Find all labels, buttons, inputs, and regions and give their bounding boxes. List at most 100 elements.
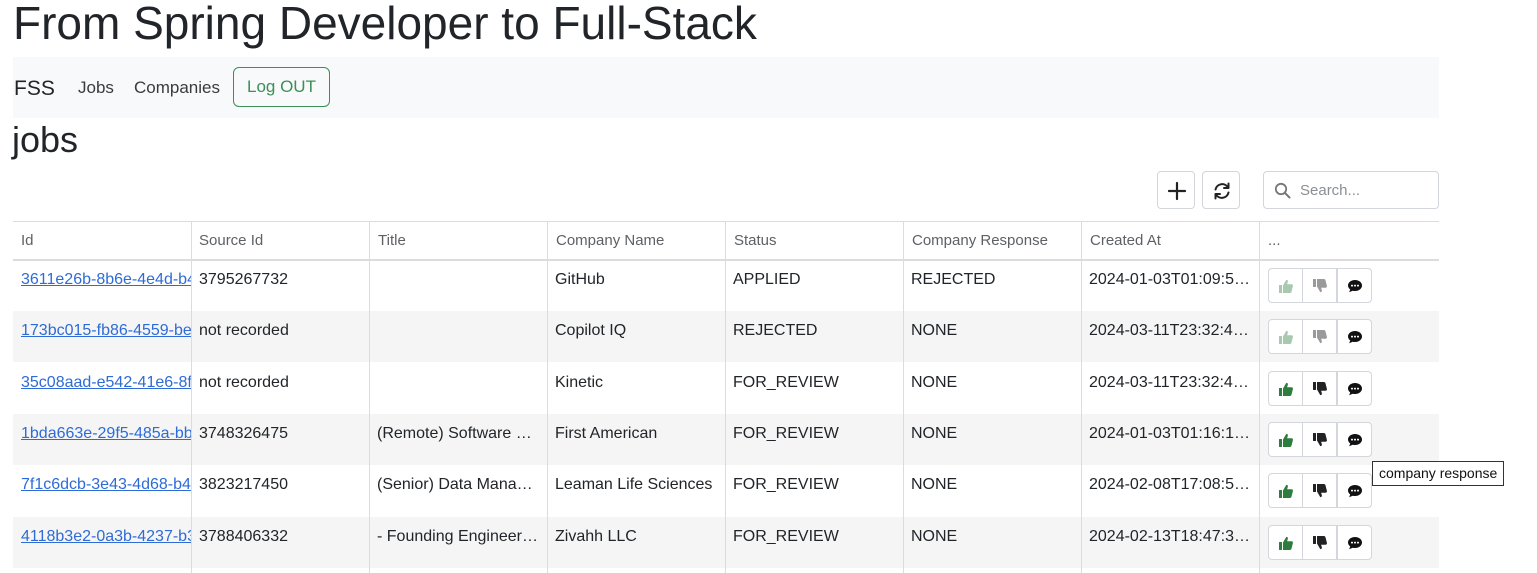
row-actions xyxy=(1268,370,1374,406)
company-response-button[interactable] xyxy=(1337,473,1372,509)
thumbs-down-icon xyxy=(1313,381,1327,395)
thumbs-up-icon xyxy=(1279,536,1293,550)
approve-button[interactable] xyxy=(1268,421,1303,457)
table-row[interactable]: 3611e26b-8b6e-4e4d-b4 3795267732 GitHub APP… xyxy=(13,260,1439,311)
search-box[interactable] xyxy=(1263,171,1439,209)
job-id-link[interactable]: 35c08aad-e542-41e6-8f xyxy=(21,374,191,391)
company-response-cell: NONE xyxy=(911,476,958,494)
thumbs-down-icon xyxy=(1313,279,1327,293)
column-divider[interactable] xyxy=(725,222,726,573)
chat-icon xyxy=(1348,382,1362,395)
column-header-company-name[interactable]: Company Name xyxy=(548,222,726,259)
table-row[interactable]: 7f1c6dcb-3e43-4d68-b4 3823217450 (Senior) … xyxy=(13,465,1439,516)
table-row[interactable]: 35c08aad-e542-41e6-8f not recorded Kinetic… xyxy=(13,363,1439,414)
company-response-cell: NONE xyxy=(911,527,958,545)
refresh-icon xyxy=(1214,182,1230,200)
column-divider[interactable] xyxy=(369,222,370,573)
company-response-button[interactable] xyxy=(1337,421,1372,457)
company-response-button[interactable] xyxy=(1337,370,1372,406)
search-icon xyxy=(1274,182,1291,199)
reject-button[interactable] xyxy=(1302,268,1337,303)
logout-button[interactable]: Log OUT xyxy=(233,67,330,107)
company-name-cell: First American xyxy=(555,424,658,442)
row-actions xyxy=(1268,473,1374,509)
app-page: From Spring Developer to Full-Stack FSS … xyxy=(0,0,1537,573)
column-divider[interactable] xyxy=(1081,222,1082,573)
column-header-created-at[interactable]: Created At xyxy=(1082,222,1260,259)
table-row[interactable]: 4118b3e2-0a3b-4237-b3 3788406332 - Foundin… xyxy=(13,516,1439,568)
company-response-button[interactable] xyxy=(1337,319,1372,355)
title-cell xyxy=(369,311,547,362)
source-id-cell: 3788406332 xyxy=(199,527,288,545)
table-row[interactable]: 173bc015-fb86-4559-be not recorded Copilot… xyxy=(13,311,1439,363)
job-id-link[interactable]: 3611e26b-8b6e-4e4d-b4 xyxy=(21,271,191,288)
chat-icon xyxy=(1348,433,1362,447)
add-job-button[interactable] xyxy=(1157,171,1195,209)
reject-button[interactable] xyxy=(1302,370,1337,406)
thumbs-down-icon xyxy=(1313,432,1327,446)
column-header-source-id[interactable]: Source Id xyxy=(191,222,369,259)
source-id-cell: not recorded xyxy=(199,322,289,340)
company-response-button[interactable] xyxy=(1337,524,1372,560)
column-header-company-response[interactable]: Company Response xyxy=(904,222,1082,259)
app-title: From Spring Developer to Full-Stack xyxy=(13,0,757,49)
id-cell: 4118b3e2-0a3b-4237-b3 xyxy=(13,517,191,568)
company-response-tooltip: company response xyxy=(1372,461,1505,486)
title-cell xyxy=(369,363,547,414)
reject-button[interactable] xyxy=(1302,524,1337,560)
approve-button[interactable] xyxy=(1268,268,1303,303)
company-response-cell: NONE xyxy=(911,322,958,340)
navbar-brand[interactable]: FSS xyxy=(14,76,55,102)
reject-button[interactable] xyxy=(1302,473,1337,509)
search-input[interactable] xyxy=(1300,180,1430,200)
company-name-cell: Copilot IQ xyxy=(555,322,627,340)
status-cell: FOR_REVIEW xyxy=(733,527,839,545)
job-id-link[interactable]: 173bc015-fb86-4559-be xyxy=(21,322,191,339)
source-id-cell: 3823217450 xyxy=(199,476,288,494)
job-id-link[interactable]: 1bda663e-29f5-485a-bb xyxy=(21,425,191,442)
reject-button[interactable] xyxy=(1302,319,1337,355)
row-actions xyxy=(1268,421,1374,457)
table-row[interactable]: 1bda663e-29f5-485a-bb 3748326475 (Remote) … xyxy=(13,413,1439,465)
title-cell xyxy=(369,260,547,311)
thumbs-up-icon xyxy=(1279,485,1293,499)
column-divider[interactable] xyxy=(547,222,548,573)
table-header: Id Source Id Title Company Name Status C… xyxy=(13,222,1439,261)
chat-icon xyxy=(1348,280,1362,293)
column-header-title[interactable]: Title xyxy=(370,222,548,259)
nav-link-companies[interactable]: Companies xyxy=(134,77,220,99)
nav-link-jobs[interactable]: Jobs xyxy=(78,77,114,99)
status-cell: REJECTED xyxy=(733,322,818,340)
id-cell: 35c08aad-e542-41e6-8f xyxy=(13,363,191,414)
source-id-cell: 3795267732 xyxy=(199,271,288,288)
navbar: FSS Jobs Companies Log OUT xyxy=(13,57,1439,118)
approve-button[interactable] xyxy=(1268,370,1303,406)
job-id-link[interactable]: 7f1c6dcb-3e43-4d68-b4 xyxy=(21,476,191,493)
page-heading: jobs xyxy=(12,119,79,160)
approve-button[interactable] xyxy=(1268,524,1303,560)
company-name-cell: Kinetic xyxy=(555,373,604,391)
refresh-button[interactable] xyxy=(1202,171,1240,209)
company-response-cell: REJECTED xyxy=(911,271,996,288)
status-cell: APPLIED xyxy=(733,271,801,288)
chat-icon xyxy=(1348,331,1362,344)
column-header-status[interactable]: Status xyxy=(726,222,904,259)
approve-button[interactable] xyxy=(1268,473,1303,509)
column-divider[interactable] xyxy=(1259,222,1260,573)
reject-button[interactable] xyxy=(1302,421,1337,457)
job-id-link[interactable]: 4118b3e2-0a3b-4237-b3 xyxy=(21,528,191,545)
company-name-cell: GitHub xyxy=(555,271,605,288)
company-response-cell: NONE xyxy=(911,424,958,442)
thumbs-up-icon xyxy=(1279,382,1293,396)
approve-button[interactable] xyxy=(1268,319,1303,355)
column-header-id[interactable]: Id xyxy=(13,222,191,259)
title-cell: (Senior) Data Manag… xyxy=(377,476,542,494)
row-actions xyxy=(1268,319,1374,355)
source-id-cell: not recorded xyxy=(199,373,289,391)
plus-icon xyxy=(1167,181,1187,201)
column-divider[interactable] xyxy=(191,222,192,573)
column-divider[interactable] xyxy=(903,222,904,573)
created-at-cell: 2024-01-03T01:09:5… xyxy=(1089,271,1250,288)
company-response-button[interactable] xyxy=(1337,268,1372,303)
id-cell: 1bda663e-29f5-485a-bb xyxy=(13,414,191,465)
